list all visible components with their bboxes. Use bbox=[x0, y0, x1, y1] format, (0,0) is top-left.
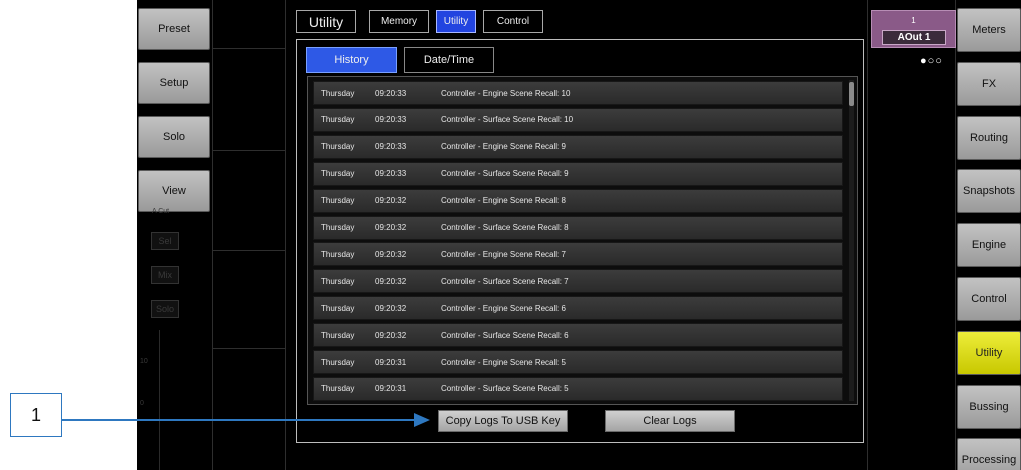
callout-arrow-layer bbox=[62, 413, 430, 427]
callout-arrow-head bbox=[414, 413, 430, 427]
